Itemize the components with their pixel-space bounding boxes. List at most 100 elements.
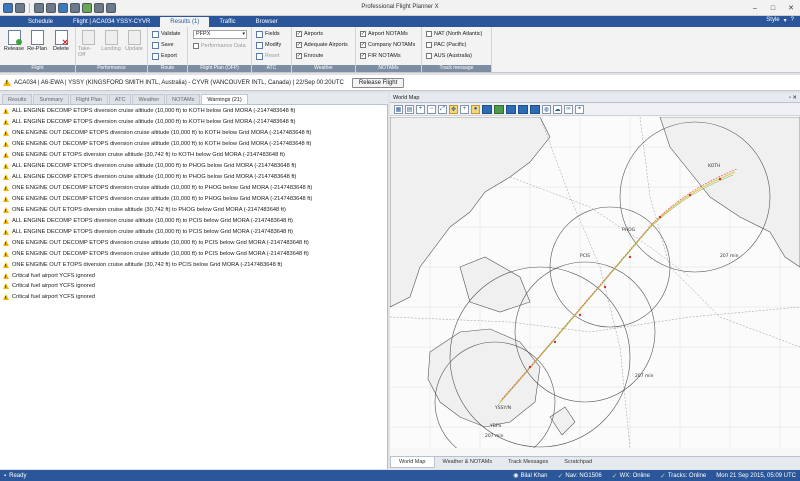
awy-layer-icon[interactable] (494, 104, 504, 114)
ofp-format-select[interactable]: PFPX ▾ (193, 30, 247, 39)
warning-row[interactable]: ALL ENGINE DECOMP ETOPS diversion cruise… (0, 172, 388, 183)
print-icon[interactable]: ▤ (405, 104, 414, 114)
close-icon[interactable]: ✕ (782, 0, 800, 16)
warning-row[interactable]: ONE ENGINE OUT DECOMP ETOPS diversion cr… (0, 128, 388, 139)
warning-row[interactable]: ONE ENGINE OUT DECOMP ETOPS diversion cr… (0, 237, 388, 248)
maximize-icon[interactable]: □ (764, 0, 782, 16)
help-icon[interactable]: ? (791, 17, 794, 24)
style-menu[interactable]: Style ▾ ? (766, 17, 794, 24)
tab-track-messages[interactable]: Track Messages (500, 457, 556, 468)
performance-data-checkbox[interactable]: Performance Data (193, 41, 246, 51)
warning-row[interactable]: Critical fuel airport YCFS ignored (0, 281, 388, 292)
release-flight-button[interactable]: Release Flight (351, 77, 405, 88)
pac-checkbox[interactable]: PAC (Pacific) (426, 40, 466, 50)
ribbon-group-atc: Fields Modify Reset ATC (252, 27, 292, 73)
dropdown-icon[interactable] (15, 2, 25, 13)
update-button[interactable]: Update (124, 30, 144, 52)
pan-icon[interactable]: ✥ (449, 104, 458, 114)
aus-checkbox[interactable]: AUS (Australia) (426, 51, 472, 61)
refresh-icon[interactable] (106, 2, 116, 13)
fir-notams-checkbox[interactable]: ✓ FIR NOTAMs (360, 51, 401, 61)
tab-warnings[interactable]: Warnings (21) (201, 94, 248, 104)
ruler-icon[interactable]: ⌖ (575, 104, 584, 114)
reset-button[interactable]: Reset (256, 51, 279, 61)
validate-button[interactable]: Validate (152, 29, 180, 39)
tab-schedule[interactable]: Schedule (18, 17, 63, 27)
adequate-airports-checkbox[interactable]: ✓ Adequate Airports (296, 40, 348, 50)
replan-button[interactable]: Re-Plan (27, 30, 47, 52)
globe-icon[interactable]: ◍ (542, 104, 551, 114)
check-icon: ✓ (611, 472, 618, 480)
tab-traffic[interactable]: Traffic (209, 17, 245, 27)
warning-row[interactable]: ONE ENGINE OUT DECOMP ETOPS diversion cr… (0, 139, 388, 150)
wx-layer-icon[interactable] (530, 104, 540, 114)
copy-icon[interactable] (46, 2, 56, 13)
chart-icon[interactable] (82, 2, 92, 13)
tab-atc[interactable]: ATC (108, 94, 132, 104)
settings-icon[interactable] (94, 2, 104, 13)
fit-icon[interactable]: ⤢ (438, 104, 447, 114)
ribbon-group-label: ATC (252, 65, 291, 72)
link-icon[interactable]: ∞ (564, 104, 573, 114)
tab-browser[interactable]: Browser (246, 17, 288, 27)
tab-flight-plan[interactable]: Flight Plan (69, 94, 108, 104)
adequate-airports-label: Adequate Airports (304, 42, 348, 48)
plane-icon[interactable] (3, 2, 13, 13)
release-button[interactable]: Release (4, 30, 24, 52)
tab-weather-notams[interactable]: Weather & NOTAMs (435, 457, 501, 468)
warning-row[interactable]: ALL ENGINE DECOMP ETOPS diversion cruise… (0, 161, 388, 172)
warning-row[interactable]: ALL ENGINE DECOMP ETOPS diversion cruise… (0, 226, 388, 237)
pin-icon[interactable]: ▫ ✕ (789, 93, 797, 103)
separator (29, 2, 30, 13)
warning-icon (3, 141, 9, 148)
nat-checkbox[interactable]: NAT (North Atlantic) (426, 29, 482, 39)
airport-notams-checkbox[interactable]: ✓ Airport NOTAMs (360, 29, 408, 39)
warning-row[interactable]: ONE ENGINE OUT ETOPS diversion cruise al… (0, 204, 388, 215)
takeoff-button[interactable]: Take-Off (78, 30, 98, 58)
warning-icon (3, 217, 9, 224)
warnings-list: ALL ENGINE DECOMP ETOPS diversion cruise… (0, 106, 388, 303)
tab-weather[interactable]: Weather (132, 94, 166, 104)
tab-world-map[interactable]: World Map (390, 457, 435, 468)
airports-checkbox[interactable]: ✓ Airports (296, 29, 323, 39)
warning-row[interactable]: ONE ENGINE OUT ETOPS diversion cruise al… (0, 150, 388, 161)
warning-row[interactable]: ONE ENGINE OUT DECOMP ETOPS diversion cr… (0, 248, 388, 259)
crosshair-icon[interactable]: + (460, 104, 469, 114)
save-button[interactable]: Save (152, 40, 174, 50)
tab-summary[interactable]: Summary (33, 94, 69, 104)
trk-layer-icon[interactable] (518, 104, 528, 114)
tab-results[interactable]: Results (1) (160, 17, 210, 27)
zoom-out-icon[interactable]: − (427, 104, 436, 114)
fields-button[interactable]: Fields (256, 29, 280, 39)
tab-flight[interactable]: Flight | ACA034 YSSY-CYVR (63, 17, 160, 27)
warning-row[interactable]: ONE ENGINE OUT DECOMP ETOPS diversion cr… (0, 183, 388, 194)
document-icon[interactable] (70, 2, 80, 13)
tab-results-sub[interactable]: Results (2, 94, 33, 104)
zoom-in-icon[interactable]: + (416, 104, 425, 114)
warning-row[interactable]: ONE ENGINE OUT ETOPS diversion cruise al… (0, 259, 388, 270)
tab-scratchpad[interactable]: Scratchpad (556, 457, 600, 468)
warning-row[interactable]: ONE ENGINE OUT DECOMP ETOPS diversion cr… (0, 194, 388, 205)
delete-button[interactable]: Delete (51, 30, 71, 52)
waypoint-markers (528, 177, 722, 369)
airport-icon[interactable]: ● (471, 104, 480, 114)
modify-button[interactable]: Modify (256, 40, 281, 50)
warning-row[interactable]: ALL ENGINE DECOMP ETOPS diversion cruise… (0, 106, 388, 117)
save-icon[interactable] (58, 2, 68, 13)
cloud-icon[interactable]: ☁ (553, 104, 562, 114)
warning-row[interactable]: ALL ENGINE DECOMP ETOPS diversion cruise… (0, 215, 388, 226)
map-canvas[interactable]: PHOG PCIS YSSY/N KOTH 207 min 207 min 20… (390, 117, 800, 448)
company-notams-checkbox[interactable]: ✓ Company NOTAMs (360, 40, 415, 50)
list-icon[interactable] (34, 2, 44, 13)
layers-icon[interactable]: ▦ (394, 104, 403, 114)
export-button[interactable]: Export (152, 51, 177, 61)
warning-row[interactable]: Critical fuel airport YCFS ignored (0, 292, 388, 303)
tab-notams[interactable]: NOTAMs (166, 94, 201, 104)
nav-layer-icon[interactable] (482, 104, 492, 114)
landing-button[interactable]: Landing (101, 30, 121, 52)
enroute-checkbox[interactable]: ✓ Enroute (296, 51, 323, 61)
warning-row[interactable]: ALL ENGINE DECOMP ETOPS diversion cruise… (0, 117, 388, 128)
fir-layer-icon[interactable] (506, 104, 516, 114)
minimize-icon[interactable]: – (746, 0, 764, 16)
warning-row[interactable]: Critical fuel airport YCFS ignored (0, 270, 388, 281)
